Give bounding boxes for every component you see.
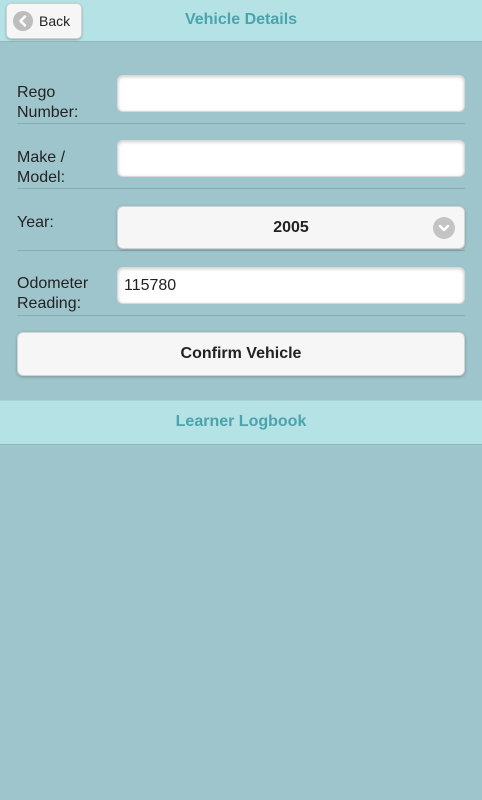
year-row: Year: 2005: [17, 204, 465, 251]
rego-label-line1: Rego: [17, 84, 56, 101]
rego-label-line2: Number:: [17, 104, 79, 121]
chevron-down-icon: [433, 217, 455, 239]
footer-title-bar: Learner Logbook: [0, 400, 482, 445]
year-label: Year:: [17, 214, 54, 231]
odometer-input[interactable]: [117, 267, 465, 304]
confirm-vehicle-button[interactable]: Confirm Vehicle: [17, 332, 465, 376]
odometer-row: Odometer Reading:: [17, 266, 465, 316]
odometer-label-line1: Odometer: [17, 275, 89, 292]
header-bar: Back Vehicle Details: [0, 0, 482, 42]
rego-row: Rego Number:: [17, 74, 465, 124]
year-select[interactable]: 2005: [117, 206, 465, 249]
odometer-label: Odometer Reading:: [17, 274, 107, 314]
page-title: Vehicle Details: [184, 11, 298, 28]
make-row: Make / Model:: [17, 139, 465, 189]
rego-number-input[interactable]: [117, 75, 465, 112]
make-model-input[interactable]: [117, 140, 465, 177]
make-label-line2: Model:: [17, 169, 66, 186]
odometer-label-line2: Reading:: [17, 295, 82, 312]
rego-label: Rego Number:: [17, 83, 107, 123]
year-select-value: 2005: [273, 219, 309, 236]
make-label-line1: Make /: [17, 149, 66, 166]
make-label: Make / Model:: [17, 148, 107, 188]
